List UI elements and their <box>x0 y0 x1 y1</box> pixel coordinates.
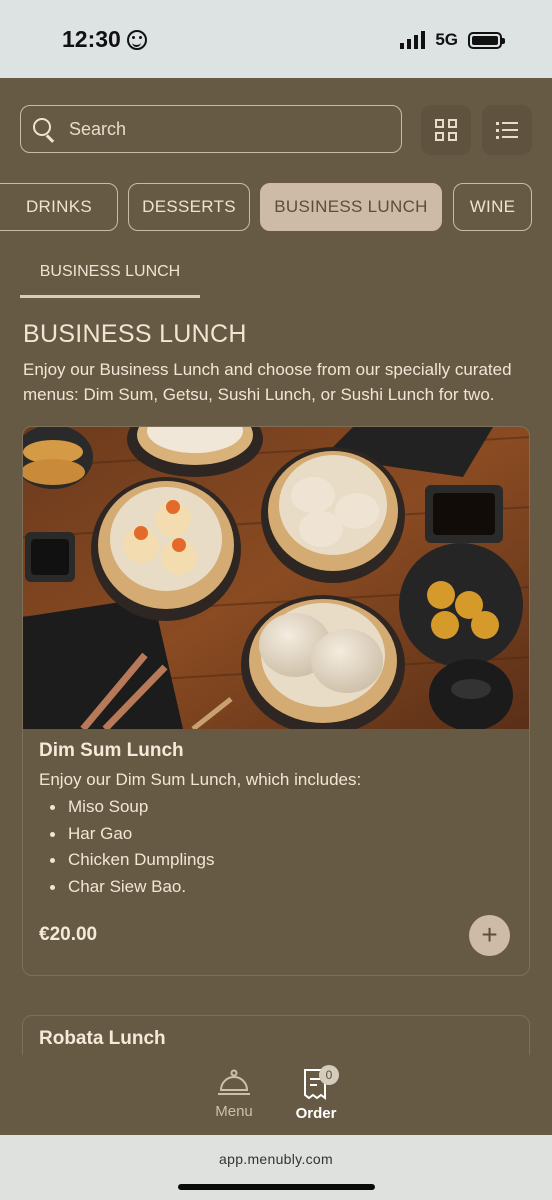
cloche-icon <box>218 1069 250 1095</box>
list-icon <box>496 122 518 139</box>
item-price: €20.00 <box>39 924 98 945</box>
smiley-icon <box>126 29 147 50</box>
menu-item-card[interactable]: Dim Sum Lunch Enjoy our Dim Sum Lunch, w… <box>22 426 530 976</box>
list-item: Miso Soup <box>39 794 214 821</box>
subtab-business-lunch[interactable]: BUSINESS LUNCH <box>20 252 200 298</box>
clock-text: 12:30 <box>62 26 121 52</box>
nav-menu[interactable]: Menu <box>208 1067 260 1120</box>
nav-order-label: Order <box>295 1105 337 1122</box>
search-icon <box>33 118 55 140</box>
category-label: DRINKS <box>25 197 93 216</box>
status-bar: 12:30 5G <box>0 0 552 78</box>
list-item: Char Siew Bao. <box>39 874 214 901</box>
list-item: Chicken Dumplings <box>39 847 214 874</box>
category-label: WINE <box>469 197 516 216</box>
nav-menu-label: Menu <box>215 1103 253 1120</box>
item-description: Enjoy our Dim Sum Lunch, which includes: <box>39 770 362 789</box>
search-input[interactable] <box>69 118 369 140</box>
category-label: BUSINESS LUNCH <box>274 197 428 216</box>
nav-order[interactable]: 0 Order <box>288 1065 344 1122</box>
list-view-button[interactable] <box>482 105 532 155</box>
dim-sum-photo <box>23 427 529 729</box>
search-box[interactable] <box>20 105 402 153</box>
grid-view-button[interactable] <box>421 105 471 155</box>
browser-url-bar[interactable]: app.menubly.com <box>0 1135 552 1200</box>
status-indicators: 5G <box>400 30 505 50</box>
section-title: BUSINESS LUNCH <box>23 320 247 348</box>
subtab-label: BUSINESS LUNCH <box>39 262 181 280</box>
category-tab-business-lunch[interactable]: BUSINESS LUNCH <box>260 183 442 231</box>
signal-icon <box>400 31 426 49</box>
add-to-order-button[interactable]: + <box>469 915 510 956</box>
status-time: 12:30 <box>62 26 147 53</box>
section-description: Enjoy our Business Lunch and choose from… <box>23 360 512 404</box>
grid-icon <box>435 119 457 141</box>
list-item: Har Gao <box>39 821 214 848</box>
item-includes-list: Miso Soup Har Gao Chicken Dumplings Char… <box>39 794 214 900</box>
item-title: Robata Lunch <box>39 1028 166 1049</box>
plus-icon: + <box>481 918 498 950</box>
category-tab-desserts[interactable]: DESSERTS <box>128 183 250 231</box>
battery-icon <box>468 31 505 49</box>
home-indicator[interactable] <box>178 1184 375 1190</box>
url-text: app.menubly.com <box>219 1151 333 1167</box>
item-title: Dim Sum Lunch <box>39 740 184 761</box>
bottom-nav: Menu 0 Order <box>0 1055 552 1135</box>
network-type: 5G <box>435 30 458 49</box>
order-count-badge: 0 <box>319 1065 339 1085</box>
category-label: DESSERTS <box>142 197 236 216</box>
category-tab-wine[interactable]: WINE <box>453 183 532 231</box>
category-tab-drinks[interactable]: DRINKS <box>0 183 118 231</box>
